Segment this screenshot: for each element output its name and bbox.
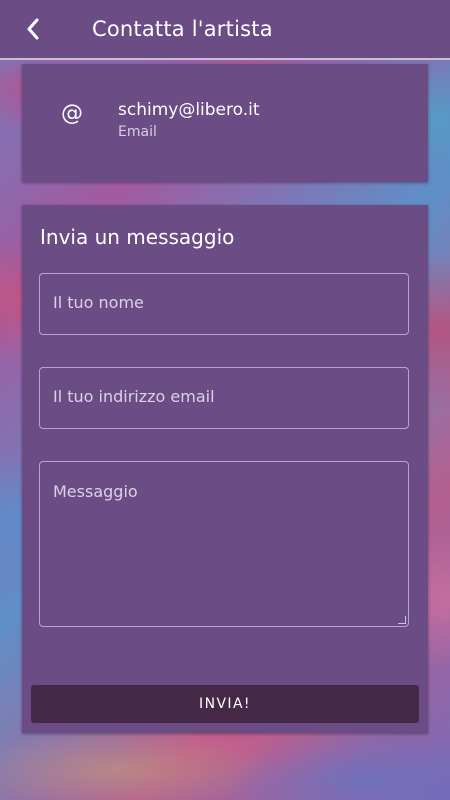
back-button[interactable] xyxy=(0,0,66,58)
message-field-placeholder: Messaggio xyxy=(53,482,138,501)
form-title: Invia un messaggio xyxy=(40,225,235,249)
name-field-placeholder: Il tuo nome xyxy=(53,293,144,312)
app-bar: Contatta l'artista xyxy=(0,0,450,60)
at-sign-icon: @ xyxy=(61,101,83,126)
email-field-placeholder: Il tuo indirizzo email xyxy=(53,387,215,406)
message-form-card: Invia un messaggio Il tuo nome Il tuo in… xyxy=(22,205,428,733)
resize-handle[interactable] xyxy=(398,616,406,624)
contact-card[interactable]: @ schimy@libero.it Email xyxy=(22,64,428,182)
email-field[interactable]: Il tuo indirizzo email xyxy=(39,367,409,429)
screen: Contatta l'artista @ schimy@libero.it Em… xyxy=(0,0,450,800)
chevron-left-icon xyxy=(27,18,39,40)
message-field[interactable]: Messaggio xyxy=(39,461,409,627)
name-field[interactable]: Il tuo nome xyxy=(39,273,409,335)
contact-type-label: Email xyxy=(118,124,157,140)
page-title: Contatta l'artista xyxy=(92,17,273,41)
send-button[interactable]: INVIA! xyxy=(31,685,419,723)
contact-email-value: schimy@libero.it xyxy=(118,100,260,120)
